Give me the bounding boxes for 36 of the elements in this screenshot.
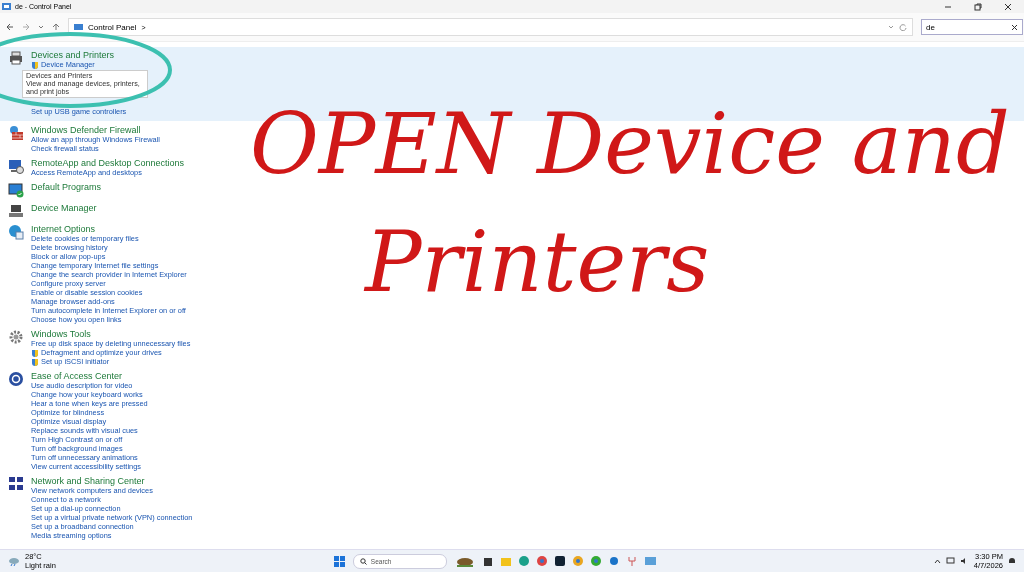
breadcrumb[interactable]: Control Panel [88,22,137,32]
handwritten-note: Printers [365,212,711,313]
gear-icon [8,329,24,345]
rain-cloud-icon [8,556,20,566]
search-icon [359,557,367,565]
folder-icon [500,555,511,567]
monitor-icon [8,158,24,174]
bell-icon [1008,557,1016,565]
brick-wall-icon [8,125,24,141]
chevron-down-icon [888,23,894,31]
chevron-down-icon [38,23,44,31]
shield-icon [31,60,39,69]
category-title[interactable]: Default Programs [31,182,102,192]
computer-icon [8,203,24,219]
forward-arrow-icon [22,23,30,31]
category-title[interactable]: Windows Defender Firewall [31,125,141,135]
back-arrow-icon [6,23,14,31]
globe-icon [8,224,24,240]
handwritten-note: OPEN Device and [250,94,1010,195]
close-icon [1004,2,1012,11]
category-title[interactable]: Device Manager [31,203,97,213]
printer-icon [8,50,24,66]
accessibility-icon [8,371,24,387]
category-title[interactable]: RemoteApp and Desktop Connections [31,158,185,168]
search-field[interactable]: de [921,19,1023,35]
category-title[interactable]: Internet Options [31,224,96,234]
category-title[interactable]: Windows Tools [31,329,91,339]
window-check-icon [8,182,24,198]
caret-up-icon [933,557,941,565]
category-title[interactable]: Network and Sharing Center [31,476,145,486]
category-title[interactable]: Ease of Access Center [31,371,123,381]
start-icon [333,555,345,567]
up-arrow-icon [52,23,60,31]
category-title[interactable]: Devices and Printers [31,50,115,60]
refresh-icon [899,23,907,31]
restore-icon [974,2,982,11]
